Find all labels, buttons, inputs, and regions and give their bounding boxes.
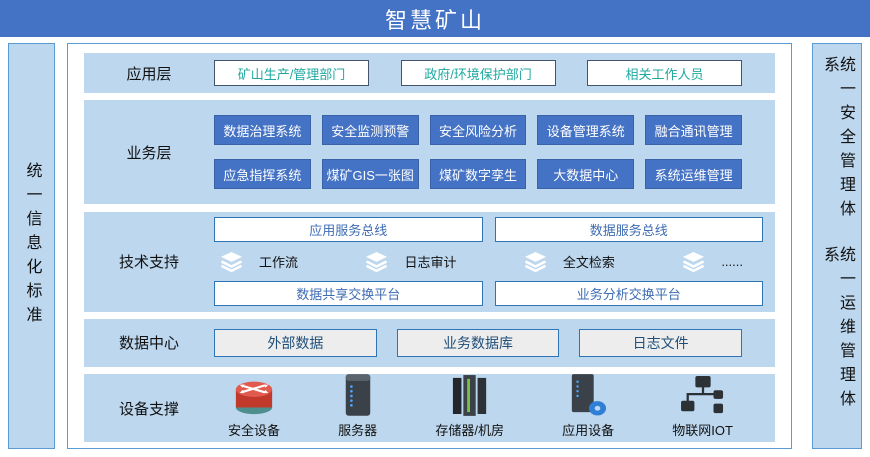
right-pillar-text-ops: 统一运维管理体系 xyxy=(821,246,853,436)
middleware-row: 工作流 日志审计 全文检索 ...... xyxy=(214,251,763,272)
layer-application: 应用层 矿山生产/管理部门 政府/环境保护部门 相关工作人员 xyxy=(84,53,775,93)
middleware-label: ...... xyxy=(721,254,743,269)
device-application: 应用设备 xyxy=(562,373,614,439)
dc-box-external-data: 外部数据 xyxy=(214,329,377,357)
layer-device-support: 设备支撑 安全设备 xyxy=(84,374,775,442)
right-pillar-text-security: 统一安全管理体系 xyxy=(821,56,853,246)
middleware-workflow: 工作流 xyxy=(220,251,298,272)
biz-btn-digital-twin: 煤矿数字孪生 xyxy=(430,159,527,189)
device-storage: 存储器/机房 xyxy=(435,373,504,439)
app-service-bus: 应用服务总线 xyxy=(214,217,483,242)
iot-network-icon xyxy=(680,375,726,417)
layer-data-center: 数据中心 外部数据 业务数据库 日志文件 xyxy=(84,319,775,367)
layers-stack-icon xyxy=(682,251,705,272)
biz-btn-system-ops: 系统运维管理 xyxy=(645,159,742,189)
app-box-related-staff: 相关工作人员 xyxy=(587,60,742,86)
layers-stack-icon xyxy=(220,251,243,272)
layer-device-support-content: 安全设备 服务器 xyxy=(214,373,775,443)
layer-application-label: 应用层 xyxy=(84,63,214,84)
biz-btn-data-governance: 数据治理系统 xyxy=(214,115,311,145)
service-bus-row: 应用服务总线 数据服务总线 xyxy=(214,217,763,242)
left-pillar-unified-info-standard: 统一信息化标准 xyxy=(8,43,55,449)
layers-stack-icon xyxy=(524,251,547,272)
business-row-1: 数据治理系统 安全监测预警 安全风险分析 设备管理系统 融合通讯管理 xyxy=(214,115,742,145)
business-analysis-exchange-platform: 业务分析交换平台 xyxy=(495,281,764,306)
middleware-label: 全文检索 xyxy=(563,252,615,271)
data-service-bus: 数据服务总线 xyxy=(495,217,764,242)
middleware-label: 日志审计 xyxy=(404,252,456,271)
left-pillar-text: 统一信息化标准 xyxy=(24,162,40,330)
device-label: 服务器 xyxy=(338,420,377,439)
server-tower-icon xyxy=(342,373,374,417)
firewall-router-icon xyxy=(229,375,279,417)
storage-rack-icon xyxy=(451,373,489,417)
device-iot: 物联网IOT xyxy=(672,375,733,439)
data-sharing-exchange-platform: 数据共享交换平台 xyxy=(214,281,483,306)
biz-btn-big-data-center: 大数据中心 xyxy=(537,159,634,189)
layer-business-content: 数据治理系统 安全监测预警 安全风险分析 设备管理系统 融合通讯管理 应急指挥系… xyxy=(214,115,775,189)
device-security: 安全设备 xyxy=(228,375,280,439)
main-architecture-panel: 应用层 矿山生产/管理部门 政府/环境保护部门 相关工作人员 业务层 数据治理系… xyxy=(67,43,792,449)
layer-application-content: 矿山生产/管理部门 政府/环境保护部门 相关工作人员 xyxy=(214,60,775,86)
layer-business-label: 业务层 xyxy=(84,142,214,163)
device-label: 应用设备 xyxy=(562,420,614,439)
smart-mine-architecture-diagram: 智慧矿山 统一信息化标准 统一安全管理体系 统一运维管理体系 应用层 矿山生产/… xyxy=(0,0,870,457)
layer-tech-label: 技术支持 xyxy=(84,251,214,272)
app-box-mine-production-dept: 矿山生产/管理部门 xyxy=(214,60,369,86)
layers-stack-icon xyxy=(365,251,388,272)
platform-row: 数据共享交换平台 业务分析交换平台 xyxy=(214,281,763,306)
layer-data-center-label: 数据中心 xyxy=(84,332,214,353)
layer-device-support-label: 设备支撑 xyxy=(84,398,214,419)
biz-btn-comms-mgmt: 融合通讯管理 xyxy=(645,115,742,145)
biz-btn-gis-one-map: 煤矿GIS一张图 xyxy=(322,159,419,189)
page-title: 智慧矿山 xyxy=(385,3,485,35)
middleware-label: 工作流 xyxy=(259,252,298,271)
device-label: 安全设备 xyxy=(228,420,280,439)
dc-box-log-files: 日志文件 xyxy=(579,329,742,357)
layer-business: 业务层 数据治理系统 安全监测预警 安全风险分析 设备管理系统 融合通讯管理 应… xyxy=(84,100,775,204)
layer-tech-support: 技术支持 应用服务总线 数据服务总线 工作流 日志审计 xyxy=(84,212,775,312)
title-banner: 智慧矿山 xyxy=(0,0,870,37)
biz-btn-risk-analysis: 安全风险分析 xyxy=(430,115,527,145)
biz-btn-safety-monitoring: 安全监测预警 xyxy=(322,115,419,145)
middleware-more: ...... xyxy=(682,251,743,272)
biz-btn-equipment-mgmt: 设备管理系统 xyxy=(537,115,634,145)
layer-tech-content: 应用服务总线 数据服务总线 工作流 日志审计 全文检索 xyxy=(214,217,775,306)
app-box-government-env-dept: 政府/环境保护部门 xyxy=(401,60,556,86)
biz-btn-emergency-command: 应急指挥系统 xyxy=(214,159,311,189)
middleware-fulltext-search: 全文检索 xyxy=(524,251,615,272)
device-label: 存储器/机房 xyxy=(435,420,504,439)
right-pillar-management-systems: 统一安全管理体系 统一运维管理体系 xyxy=(812,43,862,449)
device-server: 服务器 xyxy=(338,373,377,439)
middleware-log-audit: 日志审计 xyxy=(365,251,456,272)
device-label: 物联网IOT xyxy=(672,420,733,439)
app-server-disk-icon xyxy=(569,373,607,417)
layer-data-center-content: 外部数据 业务数据库 日志文件 xyxy=(214,329,775,357)
dc-box-business-database: 业务数据库 xyxy=(397,329,560,357)
business-row-2: 应急指挥系统 煤矿GIS一张图 煤矿数字孪生 大数据中心 系统运维管理 xyxy=(214,159,742,189)
